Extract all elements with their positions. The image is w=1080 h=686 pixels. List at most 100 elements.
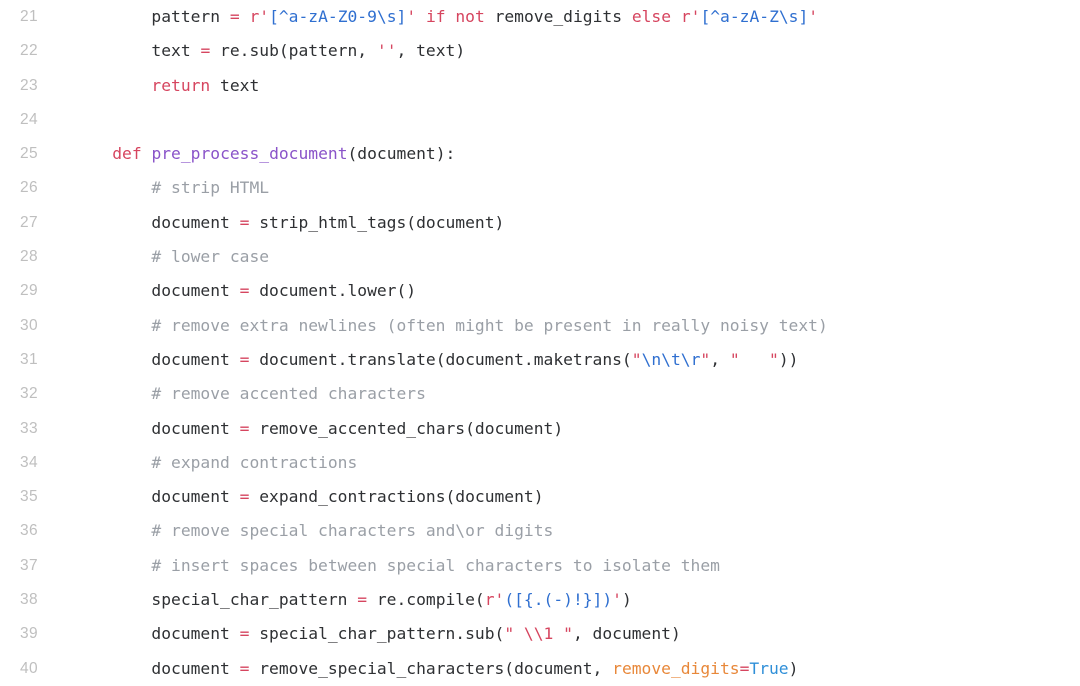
code-line[interactable]: 26 # strip HTML [0, 171, 1080, 205]
code-line[interactable]: 22 text = re.sub(pattern, '', text) [0, 34, 1080, 68]
code-line[interactable]: 33 document = remove_accented_chars(docu… [0, 412, 1080, 446]
code-token-plain: )) [778, 349, 799, 369]
line-number: 27 [19, 213, 38, 231]
code-text[interactable]: # remove extra newlines (often might be … [38, 309, 1080, 343]
code-token-plain: , [710, 349, 730, 369]
code-text[interactable]: special_char_pattern = re.compile(r'([{.… [38, 583, 1080, 617]
code-line[interactable]: 24 [0, 103, 1080, 137]
code-token-plain: , text) [396, 41, 466, 61]
code-token-keyword: if not [425, 7, 485, 26]
code-text[interactable]: document = strip_html_tags(document) [38, 206, 1080, 240]
code-line[interactable]: 30 # remove extra newlines (often might … [0, 309, 1080, 343]
code-token-plain: document [73, 624, 240, 644]
code-token-plain: document [73, 658, 240, 678]
code-token-plain: document.lower() [249, 281, 417, 301]
code-token-comment: # remove extra newlines (often might be … [151, 315, 828, 335]
code-token-string: " " [729, 349, 779, 369]
code-token-operator: = [239, 658, 250, 678]
code-line[interactable]: 40 document = remove_special_characters(… [0, 652, 1080, 686]
line-number: 31 [19, 350, 38, 368]
code-viewer[interactable]: 21 pattern = r'[^a-zA-Z0-9\s]' if not re… [0, 0, 1080, 680]
code-token-plain: special_char_pattern.sub( [249, 624, 505, 644]
code-text[interactable]: # remove accented characters [38, 377, 1080, 411]
code-text[interactable]: document = expand_contractions(document) [38, 480, 1080, 514]
code-text[interactable]: document = special_char_pattern.sub(" \\… [38, 617, 1080, 651]
code-text[interactable]: # remove special characters and\or digit… [38, 514, 1080, 548]
code-line[interactable]: 36 # remove special characters and\or di… [0, 514, 1080, 548]
code-token-keyword: else [631, 7, 672, 26]
code-token-builtin: True [749, 658, 789, 678]
code-token-plain: document [73, 487, 240, 507]
code-token-plain: document [73, 212, 240, 232]
code-token-regex: \n\t\r [641, 349, 701, 369]
code-line[interactable]: 31 document = document.translate(documen… [0, 343, 1080, 377]
code-text[interactable]: # strip HTML [38, 171, 1080, 205]
code-token-plain: document [73, 281, 240, 301]
code-text[interactable]: # expand contractions [38, 446, 1080, 480]
code-text[interactable]: document = remove_accented_chars(documen… [38, 412, 1080, 446]
line-number: 32 [19, 385, 38, 403]
code-token-plain: text [73, 41, 201, 61]
line-number: 22 [19, 42, 38, 60]
code-token-operator: = [239, 418, 250, 438]
code-token-operator: = [739, 658, 750, 678]
code-line[interactable]: 37 # insert spaces between special chara… [0, 549, 1080, 583]
code-token-operator: = [229, 7, 240, 26]
code-token-string: r' [484, 590, 505, 610]
code-text[interactable]: document = document.translate(document.m… [38, 343, 1080, 377]
code-text[interactable]: document = remove_special_characters(doc… [38, 652, 1080, 686]
code-line[interactable]: 25 def pre_process_document(document): [0, 137, 1080, 171]
code-text[interactable]: # insert spaces between special characte… [38, 549, 1080, 583]
code-line[interactable]: 34 # expand contractions [0, 446, 1080, 480]
line-number: 29 [19, 282, 38, 300]
code-token-operator: = [200, 41, 211, 61]
line-number: 38 [19, 591, 38, 609]
code-token-string: r' [680, 7, 701, 26]
line-number: 26 [19, 179, 38, 197]
code-line[interactable]: 27 document = strip_html_tags(document) [0, 206, 1080, 240]
code-token-plain: re.sub(pattern, [210, 41, 377, 61]
code-text[interactable]: def pre_process_document(document): [38, 137, 1080, 171]
code-text[interactable]: document = document.lower() [38, 274, 1080, 308]
code-line[interactable]: 23 return text [0, 69, 1080, 103]
line-number: 36 [19, 522, 38, 540]
code-text[interactable]: text = re.sub(pattern, '', text) [38, 34, 1080, 68]
code-token-plain: remove_accented_chars(document) [249, 418, 564, 438]
code-line[interactable]: 32 # remove accented characters [0, 377, 1080, 411]
code-token-comment: # remove special characters and\or digit… [151, 521, 554, 541]
code-line[interactable]: 29 document = document.lower() [0, 274, 1080, 308]
line-number: 23 [19, 76, 38, 94]
code-token-string: " \\1 " [504, 624, 573, 644]
code-token-plain: ) [621, 590, 632, 610]
code-token-string: " [700, 349, 711, 369]
code-text[interactable]: # lower case [38, 240, 1080, 274]
code-token-string: ' [406, 7, 417, 26]
code-token-regex: ([{.(-)!}]) [504, 590, 613, 610]
code-token-operator: = [239, 487, 250, 507]
code-line[interactable]: 28 # lower case [0, 240, 1080, 274]
code-token-plain: (document): [347, 144, 456, 164]
code-token-keyword_arg: remove_digits [612, 658, 740, 678]
line-number: 34 [19, 453, 38, 471]
line-number: 37 [19, 556, 38, 574]
code-line[interactable]: 38 special_char_pattern = re.compile(r'(… [0, 583, 1080, 617]
code-token-operator: = [239, 281, 250, 301]
line-number: 24 [19, 110, 38, 128]
code-line[interactable]: 39 document = special_char_pattern.sub("… [0, 617, 1080, 651]
code-token-plain: re.compile( [367, 590, 485, 610]
code-token-comment: # lower case [151, 247, 270, 267]
code-text[interactable]: return text [38, 69, 1080, 103]
code-line[interactable]: 21 pattern = r'[^a-zA-Z0-9\s]' if not re… [0, 0, 1080, 34]
code-token-plain: document.translate(document.maketrans( [249, 349, 632, 369]
line-number: 25 [19, 145, 38, 163]
line-number: 40 [19, 659, 38, 677]
code-token-string: ' [808, 7, 819, 26]
code-line[interactable]: 35 document = expand_contractions(docume… [0, 480, 1080, 514]
code-text[interactable]: pattern = r'[^a-zA-Z0-9\s]' if not remov… [38, 0, 1080, 34]
